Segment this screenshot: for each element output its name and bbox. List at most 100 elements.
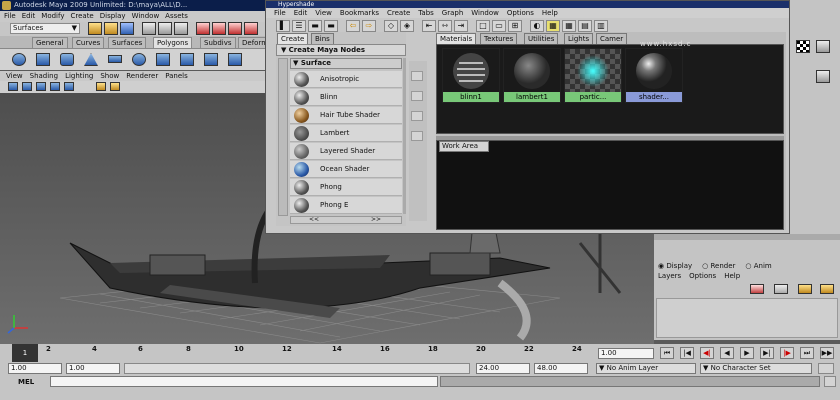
maya-menu-modify[interactable]: Modify xyxy=(41,11,64,22)
channel-box-icon[interactable] xyxy=(816,70,830,83)
render-swatch-icon[interactable]: ◐ xyxy=(530,20,544,32)
light-icon[interactable] xyxy=(64,82,74,91)
add-node-icon[interactable]: □ xyxy=(476,20,490,32)
step-back-key-icon[interactable]: ◀| xyxy=(700,347,714,359)
tab-cameras[interactable]: Camer xyxy=(596,33,628,44)
layout-split-icon[interactable]: ☰ xyxy=(292,20,306,32)
go-to-start-icon[interactable]: ⏮ xyxy=(660,347,674,359)
tab-work-area[interactable]: Work Area xyxy=(439,141,489,152)
material-swatch-particle[interactable]: partic... xyxy=(564,48,622,103)
step-forward-icon[interactable]: ▶| xyxy=(760,347,774,359)
layer-menu-options[interactable]: Options xyxy=(689,272,716,280)
playback-end-field[interactable]: 24.00 xyxy=(476,363,530,374)
hs-menu-help[interactable]: Help xyxy=(542,8,558,18)
shelf-tab-polygons[interactable]: Polygons xyxy=(153,37,193,48)
poly-cone-icon[interactable] xyxy=(84,53,98,66)
current-frame-marker[interactable]: 1 xyxy=(12,344,38,362)
mode-selector[interactable]: Surfaces ▼ xyxy=(10,23,80,34)
anim-layer-select[interactable]: ▼ No Anim Layer xyxy=(596,363,696,374)
side-tool-icon[interactable] xyxy=(411,131,423,141)
create-maya-nodes-header[interactable]: ▼ Create Maya Nodes xyxy=(276,44,406,56)
tab-bins[interactable]: Bins xyxy=(311,33,334,44)
hs-menu-bookmarks[interactable]: Bookmarks xyxy=(340,8,379,18)
layout-bottom-icon[interactable]: ▬ xyxy=(324,20,338,32)
hs-menu-view[interactable]: View xyxy=(315,8,332,18)
tab-textures[interactable]: Textures xyxy=(480,33,518,44)
poly-cube-icon[interactable] xyxy=(36,53,50,66)
anim-end-field[interactable]: 48.00 xyxy=(534,363,588,374)
select-component-icon[interactable] xyxy=(174,22,188,35)
command-input[interactable] xyxy=(50,376,438,387)
viewport-menu-panels[interactable]: Panels xyxy=(165,71,188,81)
viewport-menu-renderer[interactable]: Renderer xyxy=(126,71,158,81)
shelf-tab-subdivs[interactable]: Subdivs xyxy=(200,37,236,48)
maya-menu-window[interactable]: Window xyxy=(132,11,160,22)
step-back-icon[interactable]: |◀ xyxy=(680,347,694,359)
back-arrow-icon[interactable]: ⇦ xyxy=(346,20,360,32)
viewport-menu-shading[interactable]: Shading xyxy=(30,71,58,81)
smooth-shade-icon[interactable] xyxy=(36,82,46,91)
shelf-tab-curves[interactable]: Curves xyxy=(72,37,105,48)
move-layer-down-icon[interactable] xyxy=(774,284,788,294)
move-layer-up-icon[interactable] xyxy=(750,284,764,294)
hs-menu-window[interactable]: Window xyxy=(471,8,499,18)
current-frame-field[interactable]: 1.00 xyxy=(598,348,654,359)
radio-render[interactable]: ○ Render xyxy=(702,262,735,270)
maya-menu-file[interactable]: File xyxy=(4,11,16,22)
viewport-menu-view[interactable]: View xyxy=(6,71,23,81)
tab-lights[interactable]: Lights xyxy=(564,33,594,44)
viewport-menu-show[interactable]: Show xyxy=(100,71,119,81)
attribute-editor-icon[interactable] xyxy=(816,40,830,53)
poly-sphere-icon[interactable] xyxy=(12,53,26,66)
snap-curve-icon[interactable] xyxy=(212,22,226,35)
maya-menu-edit[interactable]: Edit xyxy=(22,11,36,22)
new-layer-icon[interactable] xyxy=(798,284,812,294)
layout-single-icon[interactable]: ▌ xyxy=(276,20,290,32)
maya-menu-display[interactable]: Display xyxy=(100,11,126,22)
hs-menu-create[interactable]: Create xyxy=(387,8,410,18)
material-swatch-shader[interactable]: shader... xyxy=(625,48,683,103)
hs-menu-options[interactable]: Options xyxy=(507,8,534,18)
poly-prism-icon[interactable] xyxy=(156,53,170,66)
go-to-end-icon[interactable]: ⏭ xyxy=(800,347,814,359)
layer-menu-layers[interactable]: Layers xyxy=(658,272,681,280)
xray-icon[interactable] xyxy=(110,82,120,91)
open-scene-icon[interactable] xyxy=(104,22,118,35)
create-panel-scrollbar[interactable] xyxy=(403,58,406,214)
character-set-select[interactable]: ▼ No Character Set xyxy=(700,363,812,374)
save-scene-icon[interactable] xyxy=(120,22,134,35)
grid-view-icon[interactable]: ▦ xyxy=(562,20,576,32)
script-editor-icon[interactable] xyxy=(824,376,836,387)
input-connections-icon[interactable]: ⇤ xyxy=(422,20,436,32)
viewport-menu-lighting[interactable]: Lighting xyxy=(65,71,93,81)
layer-menu-help[interactable]: Help xyxy=(724,272,740,280)
poly-helix-icon[interactable] xyxy=(228,53,242,66)
node-hair-tube-shader[interactable]: Hair Tube Shader xyxy=(290,107,402,124)
texture-icon[interactable] xyxy=(50,82,60,91)
command-language-label[interactable]: MEL xyxy=(18,378,34,386)
maya-menu-create[interactable]: Create xyxy=(70,11,93,22)
scroll-right-button[interactable]: >> xyxy=(371,217,381,223)
hs-menu-file[interactable]: File xyxy=(274,8,286,18)
radio-display[interactable]: ◉ Display xyxy=(658,262,692,270)
play-forwards-icon[interactable]: ▶ xyxy=(740,347,754,359)
rearrange-icon[interactable]: ⊞ xyxy=(508,20,522,32)
work-area-panel[interactable]: Work Area xyxy=(436,140,784,230)
radio-anim[interactable]: ○ Anim xyxy=(745,262,771,270)
checker-icon[interactable] xyxy=(796,40,810,53)
node-phong-e[interactable]: Phong E xyxy=(290,197,402,214)
select-hierarchy-icon[interactable] xyxy=(142,22,156,35)
snap-point-icon[interactable] xyxy=(228,22,242,35)
poly-plane-icon[interactable] xyxy=(108,55,122,63)
forward-arrow-icon[interactable]: ⇨ xyxy=(362,20,376,32)
material-swatch-blinn1[interactable]: blinn1 xyxy=(442,48,500,103)
shelf-tab-surfaces[interactable]: Surfaces xyxy=(108,37,147,48)
hs-menu-graph[interactable]: Graph xyxy=(442,8,463,18)
layer-list[interactable] xyxy=(656,298,838,338)
side-tool-icon[interactable] xyxy=(411,91,423,101)
side-tool-icon[interactable] xyxy=(411,111,423,121)
wireframe-icon[interactable] xyxy=(22,82,32,91)
layout-top-icon[interactable]: ▬ xyxy=(308,20,322,32)
playback-start-field[interactable]: 1.00 xyxy=(66,363,120,374)
select-object-icon[interactable] xyxy=(158,22,172,35)
